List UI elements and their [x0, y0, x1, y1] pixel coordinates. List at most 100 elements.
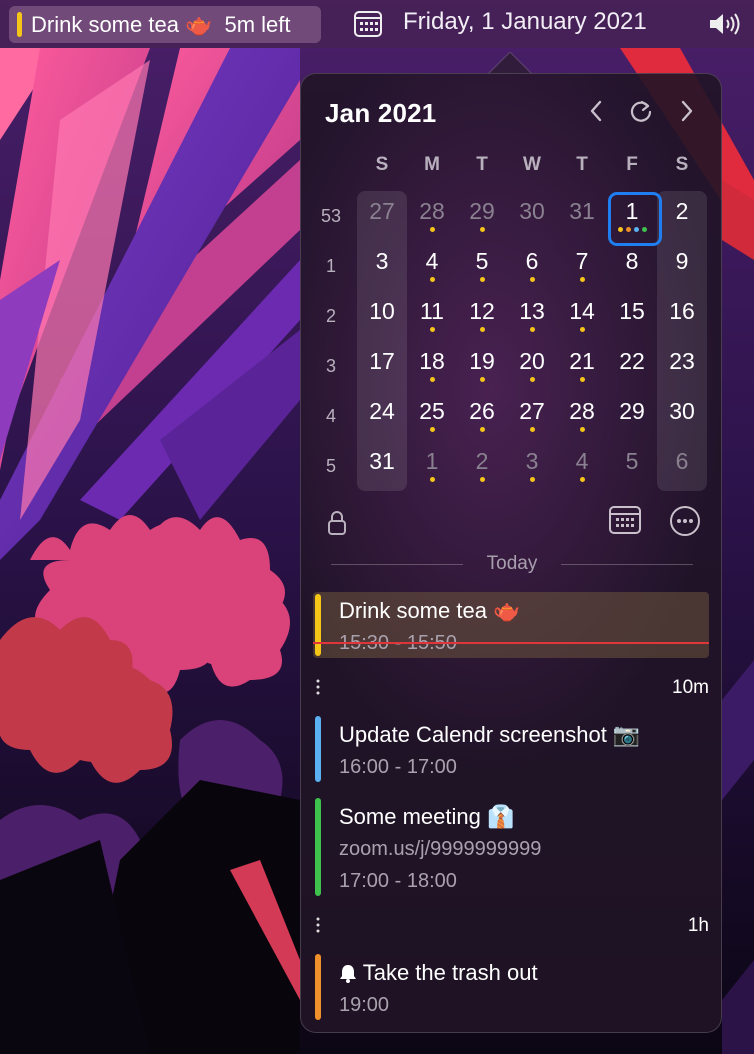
day-number: 6 — [525, 247, 539, 274]
day-number: 5 — [475, 247, 489, 274]
event-dots — [479, 426, 485, 435]
volume-icon[interactable] — [708, 11, 742, 37]
ellipsis-vertical-icon — [316, 679, 320, 695]
event-dots — [579, 476, 585, 485]
reminder-title-row: Take the trash out — [339, 960, 538, 986]
day-cell[interactable]: 26 — [457, 391, 507, 441]
day-cell[interactable]: 14 — [557, 291, 607, 341]
day-cell[interactable]: 9 — [657, 241, 707, 291]
week-number: 1 — [325, 255, 336, 276]
day-cell[interactable]: 4 — [557, 441, 607, 491]
calendar-icon[interactable] — [353, 9, 383, 39]
day-cell[interactable]: 10 — [357, 291, 407, 341]
menubar-date[interactable]: Friday, 1 January 2021 — [403, 8, 647, 36]
day-cell[interactable]: 29 — [607, 391, 657, 441]
day-cell[interactable]: 8 — [607, 241, 657, 291]
event-dot — [529, 276, 535, 282]
day-cell[interactable]: 3 — [507, 441, 557, 491]
day-cell[interactable]: 1 — [407, 441, 457, 491]
day-cell[interactable]: 6 — [657, 441, 707, 491]
event-dots — [479, 376, 485, 385]
day-number: 2 — [675, 197, 689, 224]
gap-indicator: 1h — [315, 914, 709, 938]
day-cell[interactable]: 17 — [357, 341, 407, 391]
event-color-bar — [17, 12, 22, 37]
event-dot — [529, 426, 535, 432]
open-calendar-icon[interactable] — [608, 504, 642, 536]
day-number: 30 — [669, 397, 695, 424]
lock-icon[interactable] — [325, 510, 349, 536]
menubar-next-event[interactable]: Drink some tea 🫖 5m left — [9, 6, 321, 43]
event-dot — [579, 476, 585, 482]
reset-to-today-button[interactable] — [626, 96, 656, 126]
day-cell[interactable]: 12 — [457, 291, 507, 341]
day-number: 29 — [469, 197, 495, 224]
day-number: 1 — [625, 197, 639, 224]
event-title: Take the trash out — [362, 960, 538, 985]
event-dots — [479, 276, 485, 285]
event-dots — [429, 276, 435, 285]
event-dot — [429, 326, 435, 332]
day-number: 25 — [419, 397, 445, 424]
event-dot — [479, 326, 485, 332]
day-number: 27 — [519, 397, 545, 424]
event-dots — [579, 376, 585, 385]
day-cell[interactable]: 3 — [357, 241, 407, 291]
day-cell[interactable]: 15 — [607, 291, 657, 341]
day-cell[interactable]: 19 — [457, 341, 507, 391]
day-cell[interactable]: 23 — [657, 341, 707, 391]
day-cell[interactable]: 27 — [507, 391, 557, 441]
event-dots — [479, 226, 485, 235]
reminder-trash[interactable]: Take the trash out 19:00 — [313, 954, 709, 1020]
event-title: Drink some tea 🫖 — [339, 598, 521, 623]
event-dot — [529, 476, 535, 482]
day-cell[interactable]: 2 — [457, 441, 507, 491]
day-cell[interactable]: 22 — [607, 341, 657, 391]
day-cell[interactable]: 7 — [557, 241, 607, 291]
day-number: 6 — [675, 447, 689, 474]
day-cell[interactable]: 5 — [607, 441, 657, 491]
menubar-event-remaining: 5m left — [224, 11, 291, 37]
day-cell[interactable]: 30 — [657, 391, 707, 441]
day-cell[interactable]: 31 — [557, 191, 607, 241]
day-cell[interactable]: 20 — [507, 341, 557, 391]
event-link[interactable]: zoom.us/j/9999999999 — [339, 838, 541, 861]
event-color-bar — [315, 954, 321, 1020]
more-options-icon[interactable] — [668, 504, 702, 538]
day-cell[interactable]: 27 — [357, 191, 407, 241]
day-cell[interactable]: 24 — [357, 391, 407, 441]
day-cell[interactable]: 21 — [557, 341, 607, 391]
day-cell[interactable]: 4 — [407, 241, 457, 291]
next-month-button[interactable] — [672, 96, 702, 126]
event-drink-tea[interactable]: Drink some tea 🫖 15:30 - 15:50 — [313, 592, 709, 658]
event-update-screenshot[interactable]: Update Calendr screenshot 📷 16:00 - 17:0… — [313, 716, 709, 782]
weekday-label: S — [675, 154, 689, 175]
calendar-popover: Jan 2021 SMTWTFS 53 1 2 3 4 5 27 28 29 30 31 1 2 3 4 5… — [300, 73, 722, 1033]
day-cell[interactable]: 16 — [657, 291, 707, 341]
day-cell[interactable]: 2 — [657, 191, 707, 241]
day-cell[interactable]: 28 — [407, 191, 457, 241]
day-cell[interactable]: 18 — [407, 341, 457, 391]
prev-month-button[interactable] — [581, 96, 611, 126]
gap-duration: 10m — [672, 677, 709, 698]
day-cell[interactable]: 5 — [457, 241, 507, 291]
event-dots — [579, 326, 585, 335]
day-cell[interactable]: 25 — [407, 391, 457, 441]
day-cell-today[interactable]: 1 — [607, 191, 662, 246]
day-cell[interactable]: 11 — [407, 291, 457, 341]
refresh-icon — [630, 100, 652, 122]
day-number: 9 — [675, 247, 689, 274]
week-number: 5 — [325, 455, 336, 476]
day-cell[interactable]: 13 — [507, 291, 557, 341]
day-number: 7 — [575, 247, 589, 274]
day-number: 28 — [569, 397, 595, 424]
day-cell[interactable]: 6 — [507, 241, 557, 291]
day-cell[interactable]: 30 — [507, 191, 557, 241]
event-some-meeting[interactable]: Some meeting 👔 zoom.us/j/9999999999 17:0… — [313, 798, 709, 896]
week-number: 4 — [325, 405, 336, 426]
day-cell[interactable]: 31 — [357, 441, 407, 491]
event-dots — [579, 426, 585, 435]
day-number: 31 — [569, 197, 595, 224]
day-cell[interactable]: 28 — [557, 391, 607, 441]
day-cell[interactable]: 29 — [457, 191, 507, 241]
